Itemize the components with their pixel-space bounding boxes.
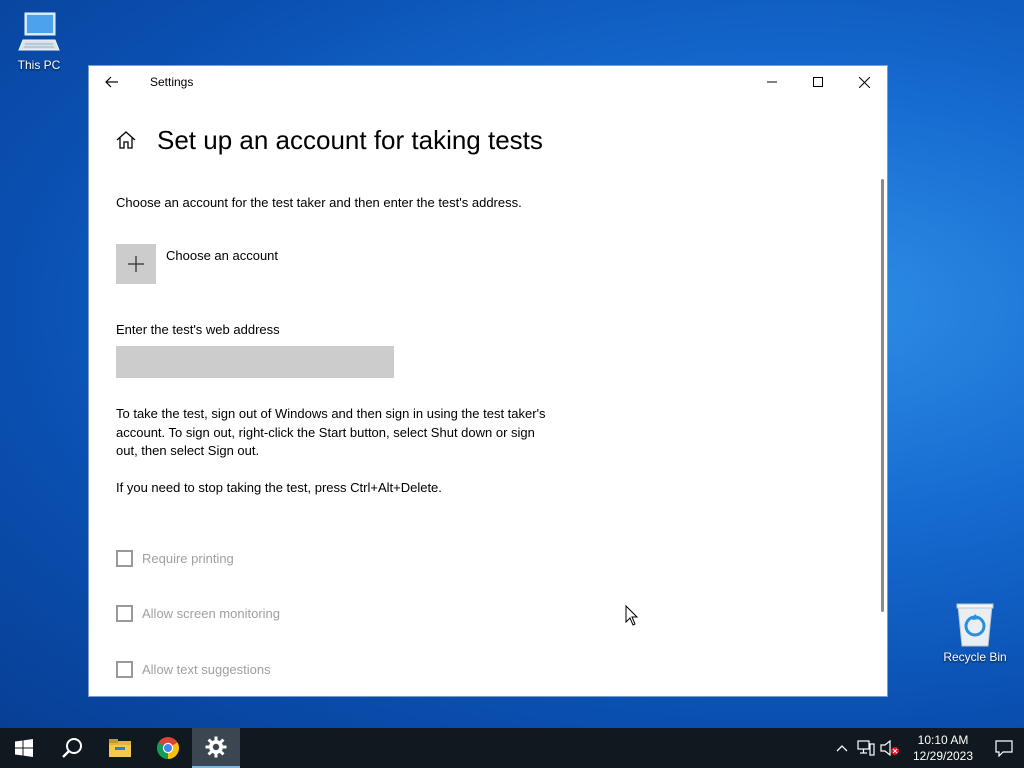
network-icon bbox=[857, 740, 875, 756]
allow-screen-monitoring-checkbox[interactable] bbox=[116, 605, 133, 622]
minimize-icon bbox=[767, 81, 777, 83]
volume-button[interactable] bbox=[878, 728, 902, 768]
desktop-icon-recycle-bin[interactable]: Recycle Bin bbox=[940, 602, 1010, 664]
close-icon bbox=[858, 76, 870, 88]
title-bar: Settings bbox=[89, 66, 887, 98]
allow-text-suggestions-checkbox[interactable] bbox=[116, 661, 133, 678]
page-title: Set up an account for taking tests bbox=[157, 124, 543, 155]
start-icon bbox=[15, 739, 33, 757]
clock-time: 10:10 AM bbox=[917, 733, 969, 747]
mouse-cursor-icon bbox=[625, 605, 639, 626]
add-account-button[interactable] bbox=[116, 244, 156, 284]
require-printing-checkbox[interactable] bbox=[116, 550, 133, 567]
taskbar: 10:10 AM 12/29/2023 bbox=[0, 728, 1024, 768]
clock-date: 12/29/2023 bbox=[912, 749, 974, 763]
web-address-input[interactable] bbox=[116, 346, 394, 378]
settings-icon bbox=[205, 736, 227, 758]
checkbox-label: Allow screen monitoring bbox=[142, 606, 281, 621]
instructions: To take the test, sign out of Windows an… bbox=[116, 405, 546, 515]
action-center-button[interactable] bbox=[984, 728, 1024, 768]
close-button[interactable] bbox=[841, 66, 887, 98]
file-explorer-button[interactable] bbox=[96, 728, 144, 768]
desktop-icon-label: Recycle Bin bbox=[943, 650, 1007, 664]
vertical-scrollbar[interactable] bbox=[881, 179, 884, 612]
checkbox-label: Require printing bbox=[142, 551, 234, 566]
plus-icon bbox=[128, 256, 144, 272]
notification-icon bbox=[995, 740, 1013, 757]
maximize-icon bbox=[813, 77, 823, 87]
window-title: Settings bbox=[150, 75, 194, 89]
chrome-icon bbox=[157, 737, 179, 759]
web-address-label: Enter the test's web address bbox=[116, 322, 280, 337]
page-header: Set up an account for taking tests bbox=[115, 116, 867, 164]
search-icon bbox=[62, 738, 82, 758]
volume-muted-icon bbox=[880, 740, 899, 756]
settings-window: Settings Set up an account for taking te… bbox=[88, 65, 888, 697]
allow-screen-monitoring-option[interactable]: Allow screen monitoring bbox=[116, 605, 280, 622]
instructions-paragraph: If you need to stop taking the test, pre… bbox=[116, 479, 442, 495]
home-icon[interactable] bbox=[115, 129, 137, 151]
choose-account-row[interactable]: Choose an account bbox=[116, 244, 278, 284]
start-button[interactable] bbox=[0, 728, 48, 768]
window-controls bbox=[749, 66, 887, 98]
system-tray: 10:10 AM 12/29/2023 bbox=[830, 728, 1024, 768]
chevron-up-icon bbox=[836, 745, 848, 752]
intro-text: Choose an account for the test taker and… bbox=[116, 195, 522, 210]
recycle-bin-icon bbox=[956, 603, 994, 647]
maximize-button[interactable] bbox=[795, 66, 841, 98]
settings-taskbar-button[interactable] bbox=[192, 728, 240, 768]
search-button[interactable] bbox=[48, 728, 96, 768]
settings-content: Set up an account for taking tests Choos… bbox=[115, 116, 867, 696]
back-button[interactable] bbox=[89, 66, 135, 98]
show-hidden-icons-button[interactable] bbox=[830, 728, 854, 768]
desktop: This PC Recycle Bin Settings Set up an a… bbox=[0, 0, 1024, 728]
desktop-icon-this-pc[interactable]: This PC bbox=[4, 10, 74, 72]
clock[interactable]: 10:10 AM 12/29/2023 bbox=[906, 732, 980, 764]
chrome-button[interactable] bbox=[144, 728, 192, 768]
computer-icon bbox=[18, 12, 60, 51]
minimize-button[interactable] bbox=[749, 66, 795, 98]
instructions-paragraph: To take the test, sign out of Windows an… bbox=[116, 406, 546, 458]
checkbox-label: Allow text suggestions bbox=[142, 662, 271, 677]
choose-account-label[interactable]: Choose an account bbox=[166, 248, 278, 263]
allow-text-suggestions-option[interactable]: Allow text suggestions bbox=[116, 661, 271, 678]
file-explorer-icon bbox=[109, 739, 131, 757]
back-arrow-icon bbox=[105, 76, 118, 88]
desktop-icon-label: This PC bbox=[17, 58, 61, 72]
network-button[interactable] bbox=[854, 728, 878, 768]
require-printing-option[interactable]: Require printing bbox=[116, 550, 234, 567]
